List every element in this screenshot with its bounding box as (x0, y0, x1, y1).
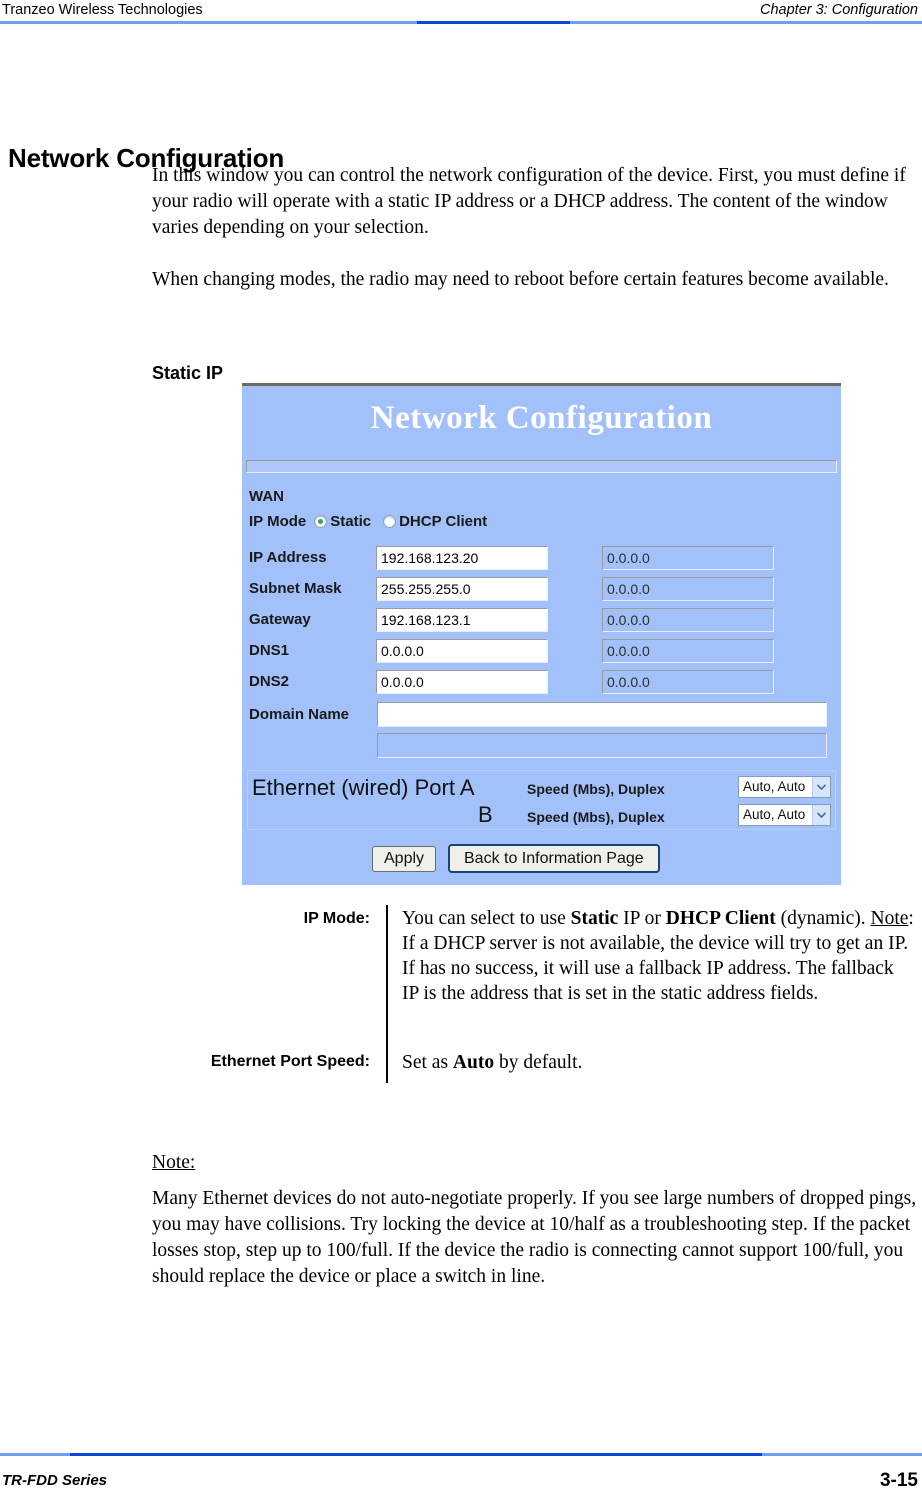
ethernet-speed-label-a: Speed (Mbs), Duplex (527, 781, 665, 797)
field-row-subnet-mask: Subnet Mask 255.255.255.0 0.0.0.0 (249, 577, 834, 601)
apply-button[interactable]: Apply (372, 846, 437, 872)
page-header: Tranzeo Wireless Technologies Chapter 3:… (0, 0, 922, 22)
field-row-ip-address: IP Address 192.168.123.20 0.0.0.0 (249, 546, 834, 570)
ethernet-port-b-title: B (478, 802, 493, 827)
input-dns1-dhcp: 0.0.0.0 (602, 639, 774, 663)
def-part: DHCP Client (665, 908, 776, 929)
ethernet-speed-label-b: Speed (Mbs), Duplex (527, 809, 665, 825)
app-page-title: Network Configuration (370, 400, 713, 436)
intro-paragraph-2: When changing modes, the radio may need … (152, 269, 889, 290)
select-speed-duplex-port-b-value: Auto, Auto (743, 807, 806, 822)
select-speed-duplex-port-b[interactable]: Auto, Auto (738, 804, 831, 826)
definition-description-ethernet-port-speed: Set as Auto by default. (402, 1050, 914, 1075)
input-dns2-dhcp: 0.0.0.0 (602, 670, 774, 694)
input-subnet-mask-dhcp: 0.0.0.0 (602, 577, 774, 601)
footer-rule-left-accent (0, 1453, 70, 1456)
footer-page-number: 3-15 (879, 1470, 918, 1491)
label-dns1: DNS1 (249, 642, 290, 659)
field-row-dns2: DNS2 0.0.0.0 0.0.0.0 (249, 670, 834, 694)
input-domain-name-disabled (377, 733, 827, 758)
ethernet-section: Ethernet (wired) Port A B Speed (Mbs), D… (247, 770, 836, 830)
label-dns2: DNS2 (249, 673, 290, 690)
input-gateway-static[interactable]: 192.168.123.1 (376, 608, 548, 632)
chevron-down-icon[interactable] (812, 805, 830, 825)
label-domain-name: Domain Name (249, 706, 350, 723)
def-part: Static (570, 908, 619, 929)
label-gateway: Gateway (249, 611, 311, 628)
footer-series-name: TR-FDD Series (2, 1472, 108, 1489)
definition-term-ip-mode: IP Mode: (303, 910, 370, 927)
ip-mode-row: IP Mode Static DHCP Client (249, 513, 499, 530)
input-ip-address-static[interactable]: 192.168.123.20 (376, 546, 548, 570)
def-part: Auto (452, 1052, 495, 1073)
input-subnet-mask-static[interactable]: 255.255.255.0 (376, 577, 548, 601)
input-ip-address-dhcp: 0.0.0.0 (602, 546, 774, 570)
label-ip-address: IP Address (249, 549, 327, 566)
intro-paragraph-1: In this window you can control the netwo… (152, 165, 906, 238)
note-label: Note: (152, 1152, 195, 1174)
input-dns1-static[interactable]: 0.0.0.0 (376, 639, 548, 663)
select-speed-duplex-port-a[interactable]: Auto, Auto (738, 776, 831, 798)
select-speed-duplex-port-a-value: Auto, Auto (743, 779, 806, 794)
def-part: by default. (494, 1052, 583, 1073)
network-configuration-screenshot: Network Configuration WAN IP Mode Static… (242, 383, 841, 885)
note-label-text: Note: (152, 1152, 196, 1173)
definition-description-ip-mode: You can select to use Static IP or DHCP … (402, 906, 914, 1006)
footer-rule-right-accent (762, 1453, 922, 1456)
def-part: Set as (402, 1052, 453, 1073)
label-subnet-mask: Subnet Mask (249, 580, 342, 597)
radio-dhcp-client-label[interactable]: DHCP Client (399, 513, 487, 530)
header-company-name: Tranzeo Wireless Technologies (2, 2, 203, 18)
back-to-information-page-button[interactable]: Back to Information Page (448, 844, 660, 873)
input-dns2-static[interactable]: 0.0.0.0 (376, 670, 548, 694)
def-part: You can select to use (402, 908, 571, 929)
subheading-static-ip: Static IP (152, 362, 224, 383)
wan-section-label: WAN (249, 488, 284, 505)
radio-dhcp-client-icon[interactable] (383, 515, 397, 528)
definition-term-ethernet-port-speed: Ethernet Port Speed: (210, 1053, 370, 1070)
header-rule-accent (417, 21, 570, 24)
field-row-gateway: Gateway 192.168.123.1 0.0.0.0 (249, 608, 834, 632)
radio-static-icon[interactable] (314, 515, 328, 528)
def-part-note: Note (870, 908, 909, 929)
def-part: IP or (618, 908, 666, 929)
ethernet-port-a-title: Ethernet (wired) Port A (252, 775, 475, 800)
input-domain-name-enabled[interactable] (377, 702, 827, 727)
note-body: Many Ethernet devices do not auto-negoti… (152, 1188, 917, 1287)
app-title-divider (246, 460, 837, 473)
ip-mode-label: IP Mode (249, 513, 307, 530)
definition-list-divider (386, 905, 388, 1083)
field-row-dns1: DNS1 0.0.0.0 0.0.0.0 (249, 639, 834, 663)
chevron-down-icon[interactable] (812, 777, 830, 797)
input-gateway-dhcp: 0.0.0.0 (602, 608, 774, 632)
radio-static-label[interactable]: Static (330, 513, 371, 530)
field-row-domain-name: Domain Name (249, 702, 834, 758)
def-part: (dynamic). (775, 908, 871, 929)
header-chapter-title: Chapter 3: Configuration (760, 2, 918, 18)
